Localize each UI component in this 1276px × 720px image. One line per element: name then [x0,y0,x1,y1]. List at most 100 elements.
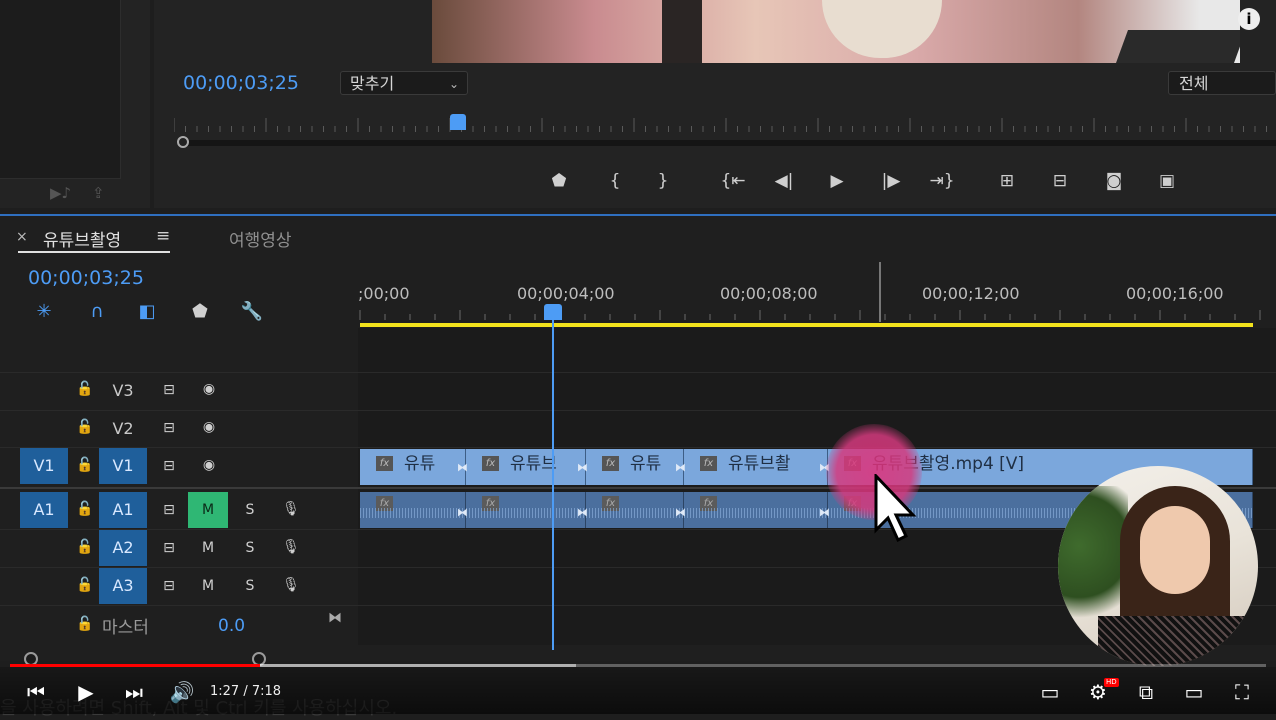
sync-lock-icon[interactable]: ⊟ [158,540,180,556]
timeline-timecode[interactable]: 00;00;03;25 [28,267,144,289]
subtitles-icon[interactable]: ▭ [1036,679,1064,705]
sync-lock-icon[interactable]: ⊟ [158,578,180,594]
next-icon[interactable]: ⏭ [120,679,148,705]
microphone-icon[interactable]: 🎙 [279,577,303,593]
fx-badge: fx [700,456,717,471]
mute-button-a3[interactable]: M [188,568,228,604]
transition-icon[interactable]: ⧓ [675,461,686,474]
mute-button-a1[interactable]: M [188,492,228,528]
step-forward-button[interactable]: |▶ [878,170,904,192]
transition-icon[interactable]: ⧓ [577,506,588,519]
timeline-playhead[interactable] [544,304,562,320]
sync-lock-icon[interactable]: ⊟ [158,420,180,436]
solo-button-a3[interactable]: S [238,578,262,594]
solo-button-a1[interactable]: S [238,502,262,518]
audio-clip[interactable]: fx [586,492,684,528]
track-name-v2[interactable]: V2 [99,411,147,447]
audio-waveform [466,508,585,518]
zoom-handle[interactable] [177,136,189,148]
sync-lock-icon[interactable]: ⊟ [158,458,180,474]
audio-clip[interactable]: fx [466,492,586,528]
previous-icon[interactable]: ⏮ [22,679,50,705]
track-name-a3[interactable]: A3 [99,568,147,604]
play-button[interactable]: ▶ [824,170,850,192]
tab-menu-icon[interactable]: ≡ [156,226,170,246]
progress-played[interactable] [10,664,260,667]
solo-button-a2[interactable]: S [238,540,262,556]
video-clip[interactable]: fx 유튜 [586,449,684,485]
transition-icon[interactable]: ⧓ [457,461,468,474]
program-zoom-bar[interactable] [184,140,1276,146]
timeline-playhead-line[interactable] [552,306,554,650]
volume-icon[interactable]: 🔊 [168,679,196,705]
audio-clip[interactable]: fx [360,492,466,528]
mark-in-button[interactable]: { [602,170,628,192]
lock-icon[interactable]: 🔓 [76,457,94,473]
lift-button[interactable]: ⊞ [992,170,1022,192]
transition-icon[interactable]: ⧓ [577,461,588,474]
lock-icon[interactable]: 🔓 [76,501,94,517]
sync-lock-icon[interactable]: ⊟ [158,502,180,518]
add-marker-button[interactable]: ⬟ [546,170,572,192]
microphone-icon[interactable]: 🎙 [279,539,303,555]
source-patch-a1[interactable]: A1 [20,492,68,528]
video-clip[interactable]: fx 유튜브 [466,449,586,485]
linked-selection-icon[interactable]: ◧ [135,300,159,324]
work-area-bar[interactable] [360,323,1253,327]
wrench-icon[interactable]: 🔧 [240,300,264,324]
transition-icon[interactable]: ⧓ [457,506,468,519]
tab-youtube-shoot[interactable]: 유튜브촬영 [43,226,121,251]
miniplayer-icon[interactable]: ⧉ [1132,679,1160,705]
snap-magnet-icon[interactable]: ∩ [85,300,109,324]
nest-sequence-icon[interactable]: ✳ [32,300,56,324]
source-patch-v1[interactable]: V1 [20,448,68,484]
track-name-a1[interactable]: A1 [99,492,147,528]
go-to-in-button[interactable]: {⇤ [720,170,746,192]
sync-lock-icon[interactable]: ⊟ [158,382,180,398]
info-icon[interactable]: i [1238,8,1260,30]
audio-waveform [684,508,827,518]
program-timecode[interactable]: 00;00;03;25 [183,72,299,94]
fit-dropdown[interactable]: 맞추기 ⌄ [340,71,468,95]
program-mini-ruler[interactable] [174,116,1276,136]
audio-drag-icon[interactable]: ▶♪ [50,184,71,202]
theater-mode-icon[interactable]: ▭ [1180,679,1208,705]
playback-resolution-dropdown[interactable]: 전체 [1168,71,1276,95]
eye-icon[interactable]: ◉ [197,381,221,397]
comparison-view-button[interactable]: ▣ [1152,170,1182,192]
ruler-ticks [359,310,1261,320]
transition-icon[interactable]: ⧓ [819,506,830,519]
track-name-a2[interactable]: A2 [99,530,147,566]
fullscreen-icon[interactable]: ⛶ [1228,679,1256,705]
mute-button-a2[interactable]: M [188,530,228,566]
eye-icon[interactable]: ◉ [197,457,221,473]
mark-out-button[interactable]: } [650,170,676,192]
track-name-v3[interactable]: V3 [99,373,147,409]
audio-clip[interactable]: fx [684,492,828,528]
video-clip[interactable]: fx 유튜브촬 [684,449,828,485]
eye-icon[interactable]: ◉ [197,419,221,435]
video-clip[interactable]: fx 유튜 [360,449,466,485]
microphone-icon[interactable]: 🎙 [279,501,303,517]
go-to-out-button[interactable]: ⇥} [929,170,955,192]
transition-icon[interactable]: ⧓ [675,506,686,519]
lock-icon[interactable]: 🔓 [76,419,94,435]
export-frame-camera-icon[interactable]: ◙ [1101,170,1127,192]
close-tab-icon[interactable]: × [16,229,28,245]
track-a3: 🔓 A3 ⊟ M S 🎙 [0,568,358,605]
play-icon[interactable]: ▶ [72,679,100,705]
extract-button[interactable]: ⊟ [1045,170,1075,192]
step-back-button[interactable]: ◀| [771,170,797,192]
program-playhead[interactable] [450,114,466,130]
lock-icon[interactable]: 🔓 [76,539,94,555]
lock-icon[interactable]: 🔓 [76,616,94,632]
lock-icon[interactable]: 🔓 [76,577,94,593]
overwrite-icon[interactable]: ⇪ [92,184,105,202]
tab-travel-video[interactable]: 여행영상 [229,226,292,251]
track-name-v1[interactable]: V1 [99,448,147,484]
timeline-ruler[interactable]: ;00;00 00;00;04;00 00;00;08;00 00;00;12;… [358,270,1276,328]
master-volume-value[interactable]: 0.0 [218,616,245,636]
go-to-end-icon[interactable]: ⧓ [328,610,342,626]
lock-icon[interactable]: 🔓 [76,381,94,397]
add-marker-icon[interactable]: ⬟ [188,300,212,324]
